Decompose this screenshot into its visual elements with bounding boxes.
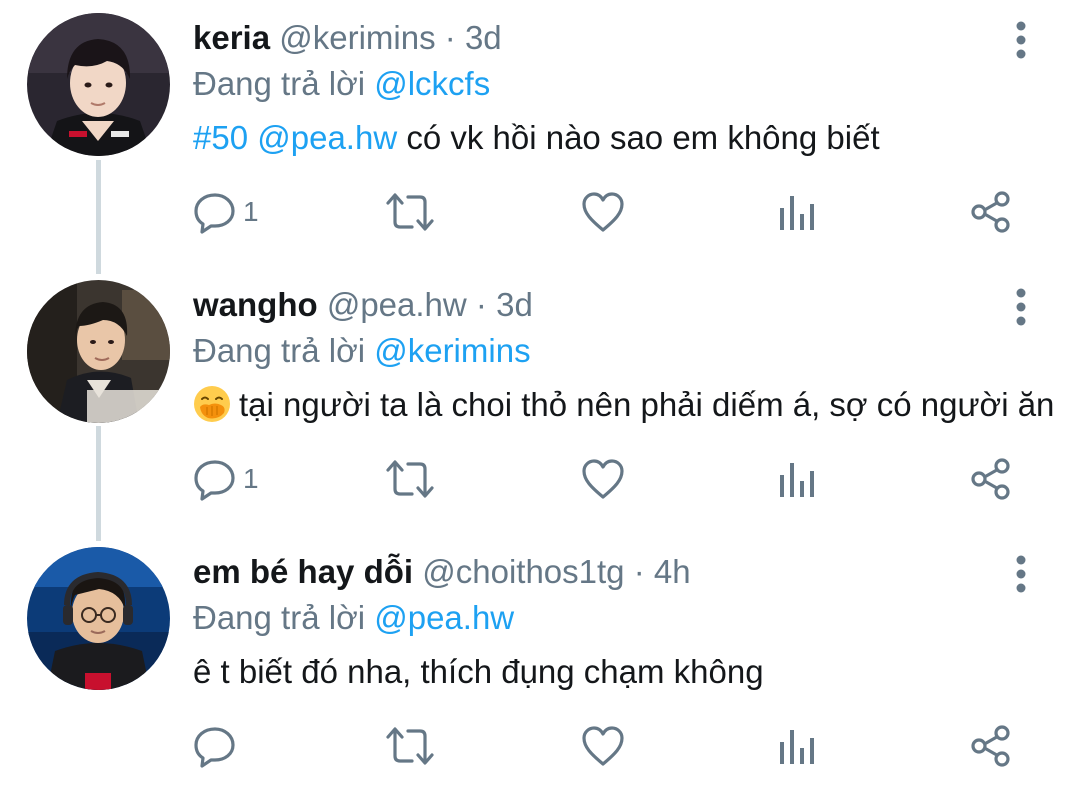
more-options-button[interactable] <box>1006 20 1036 60</box>
tweet-header: wangho @pea.hw · 3d <box>193 285 533 325</box>
retweet-button[interactable] <box>385 724 435 768</box>
analytics-button[interactable] <box>777 457 817 501</box>
reply-button[interactable] <box>193 724 243 768</box>
share-icon <box>971 191 1010 233</box>
retweet-icon <box>386 193 434 231</box>
analytics-icon <box>780 730 814 764</box>
heart-icon <box>582 459 624 499</box>
share-button[interactable] <box>969 190 1013 234</box>
replying-to-line: Đang trả lời @lckcfs <box>193 64 490 104</box>
like-button[interactable] <box>581 724 625 768</box>
reply-button[interactable]: 1 <box>193 457 259 501</box>
more-vertical-icon <box>1016 555 1026 593</box>
tweet-text: #50 @pea.hw có vk hồi nào sao em không b… <box>193 117 880 159</box>
more-vertical-icon <box>1016 21 1026 59</box>
avatar[interactable] <box>27 13 170 156</box>
tweet[interactable]: em bé hay dỗi @choithos1tg · 4h Đang trả… <box>0 534 1080 801</box>
separator-dot: · <box>633 553 645 590</box>
avatar-image <box>27 13 170 156</box>
more-options-button[interactable] <box>1006 287 1036 327</box>
tweet-actions: 1 <box>0 176 1080 246</box>
analytics-button[interactable] <box>777 724 817 768</box>
user-handle[interactable]: @kerimins <box>279 19 435 56</box>
avatar-image <box>27 547 170 690</box>
tweet-text-content: có vk hồi nào sao em không biết <box>397 119 880 156</box>
avatar[interactable] <box>27 280 170 423</box>
tweet[interactable]: keria @kerimins · 3d Đang trả lời @lckcf… <box>0 0 1080 267</box>
tweet-text: ê t biết đó nha, thích đụng chạm không <box>193 651 764 693</box>
analytics-icon <box>780 196 814 230</box>
tweet-header: em bé hay dỗi @choithos1tg · 4h <box>193 552 691 592</box>
hashtag-link[interactable]: #50 <box>193 119 248 156</box>
like-button[interactable] <box>581 457 625 501</box>
user-handle[interactable]: @choithos1tg <box>422 553 624 590</box>
replying-to-label: Đang trả lời <box>193 599 366 636</box>
share-icon <box>971 458 1010 500</box>
hand-over-mouth-emoji <box>194 386 230 422</box>
reply-count: 1 <box>243 463 259 494</box>
share-icon <box>971 725 1010 767</box>
replying-to-mention[interactable]: @lckcfs <box>374 65 490 102</box>
reply-icon <box>194 460 235 501</box>
display-name[interactable]: em bé hay dỗi <box>193 553 413 590</box>
heart-icon <box>582 726 624 766</box>
replying-to-mention[interactable]: @kerimins <box>374 332 530 369</box>
tweet-header: keria @kerimins · 3d <box>193 18 502 58</box>
tweet-text: tại người ta là choi thỏ nên phải diếm á… <box>193 384 1054 426</box>
avatar-image <box>27 280 170 423</box>
separator-dot: · <box>475 286 487 323</box>
timestamp[interactable]: 3d <box>465 19 502 56</box>
tweet-actions <box>0 710 1080 780</box>
reply-count: 1 <box>243 196 259 227</box>
replying-to-mention[interactable]: @pea.hw <box>374 599 514 636</box>
timestamp[interactable]: 3d <box>496 286 533 323</box>
avatar[interactable] <box>27 547 170 690</box>
reply-button[interactable]: 1 <box>193 190 259 234</box>
mention-link[interactable]: @pea.hw <box>257 119 397 156</box>
user-handle[interactable]: @pea.hw <box>327 286 467 323</box>
timestamp[interactable]: 4h <box>654 553 691 590</box>
retweet-icon <box>386 460 434 498</box>
more-vertical-icon <box>1016 288 1026 326</box>
retweet-button[interactable] <box>385 190 435 234</box>
tweet-actions: 1 <box>0 443 1080 513</box>
retweet-button[interactable] <box>385 457 435 501</box>
replying-to-label: Đang trả lời <box>193 65 366 102</box>
more-options-button[interactable] <box>1006 554 1036 594</box>
analytics-icon <box>780 463 814 497</box>
heart-icon <box>582 192 624 232</box>
retweet-icon <box>386 727 434 765</box>
analytics-button[interactable] <box>777 190 817 234</box>
display-name[interactable]: keria <box>193 19 270 56</box>
reply-icon <box>194 727 235 768</box>
replying-to-line: Đang trả lời @pea.hw <box>193 598 514 638</box>
share-button[interactable] <box>969 724 1013 768</box>
tweet[interactable]: wangho @pea.hw · 3d Đang trả lời @kerimi… <box>0 267 1080 534</box>
reply-icon <box>194 193 235 234</box>
tweet-text-content: tại người ta là choi thỏ nên phải diếm á… <box>239 386 1055 423</box>
share-button[interactable] <box>969 457 1013 501</box>
like-button[interactable] <box>581 190 625 234</box>
display-name[interactable]: wangho <box>193 286 318 323</box>
replying-to-line: Đang trả lời @kerimins <box>193 331 531 371</box>
separator-dot: · <box>444 19 456 56</box>
replying-to-label: Đang trả lời <box>193 332 366 369</box>
tweet-text-content: ê t biết đó nha, thích đụng chạm không <box>193 653 764 690</box>
